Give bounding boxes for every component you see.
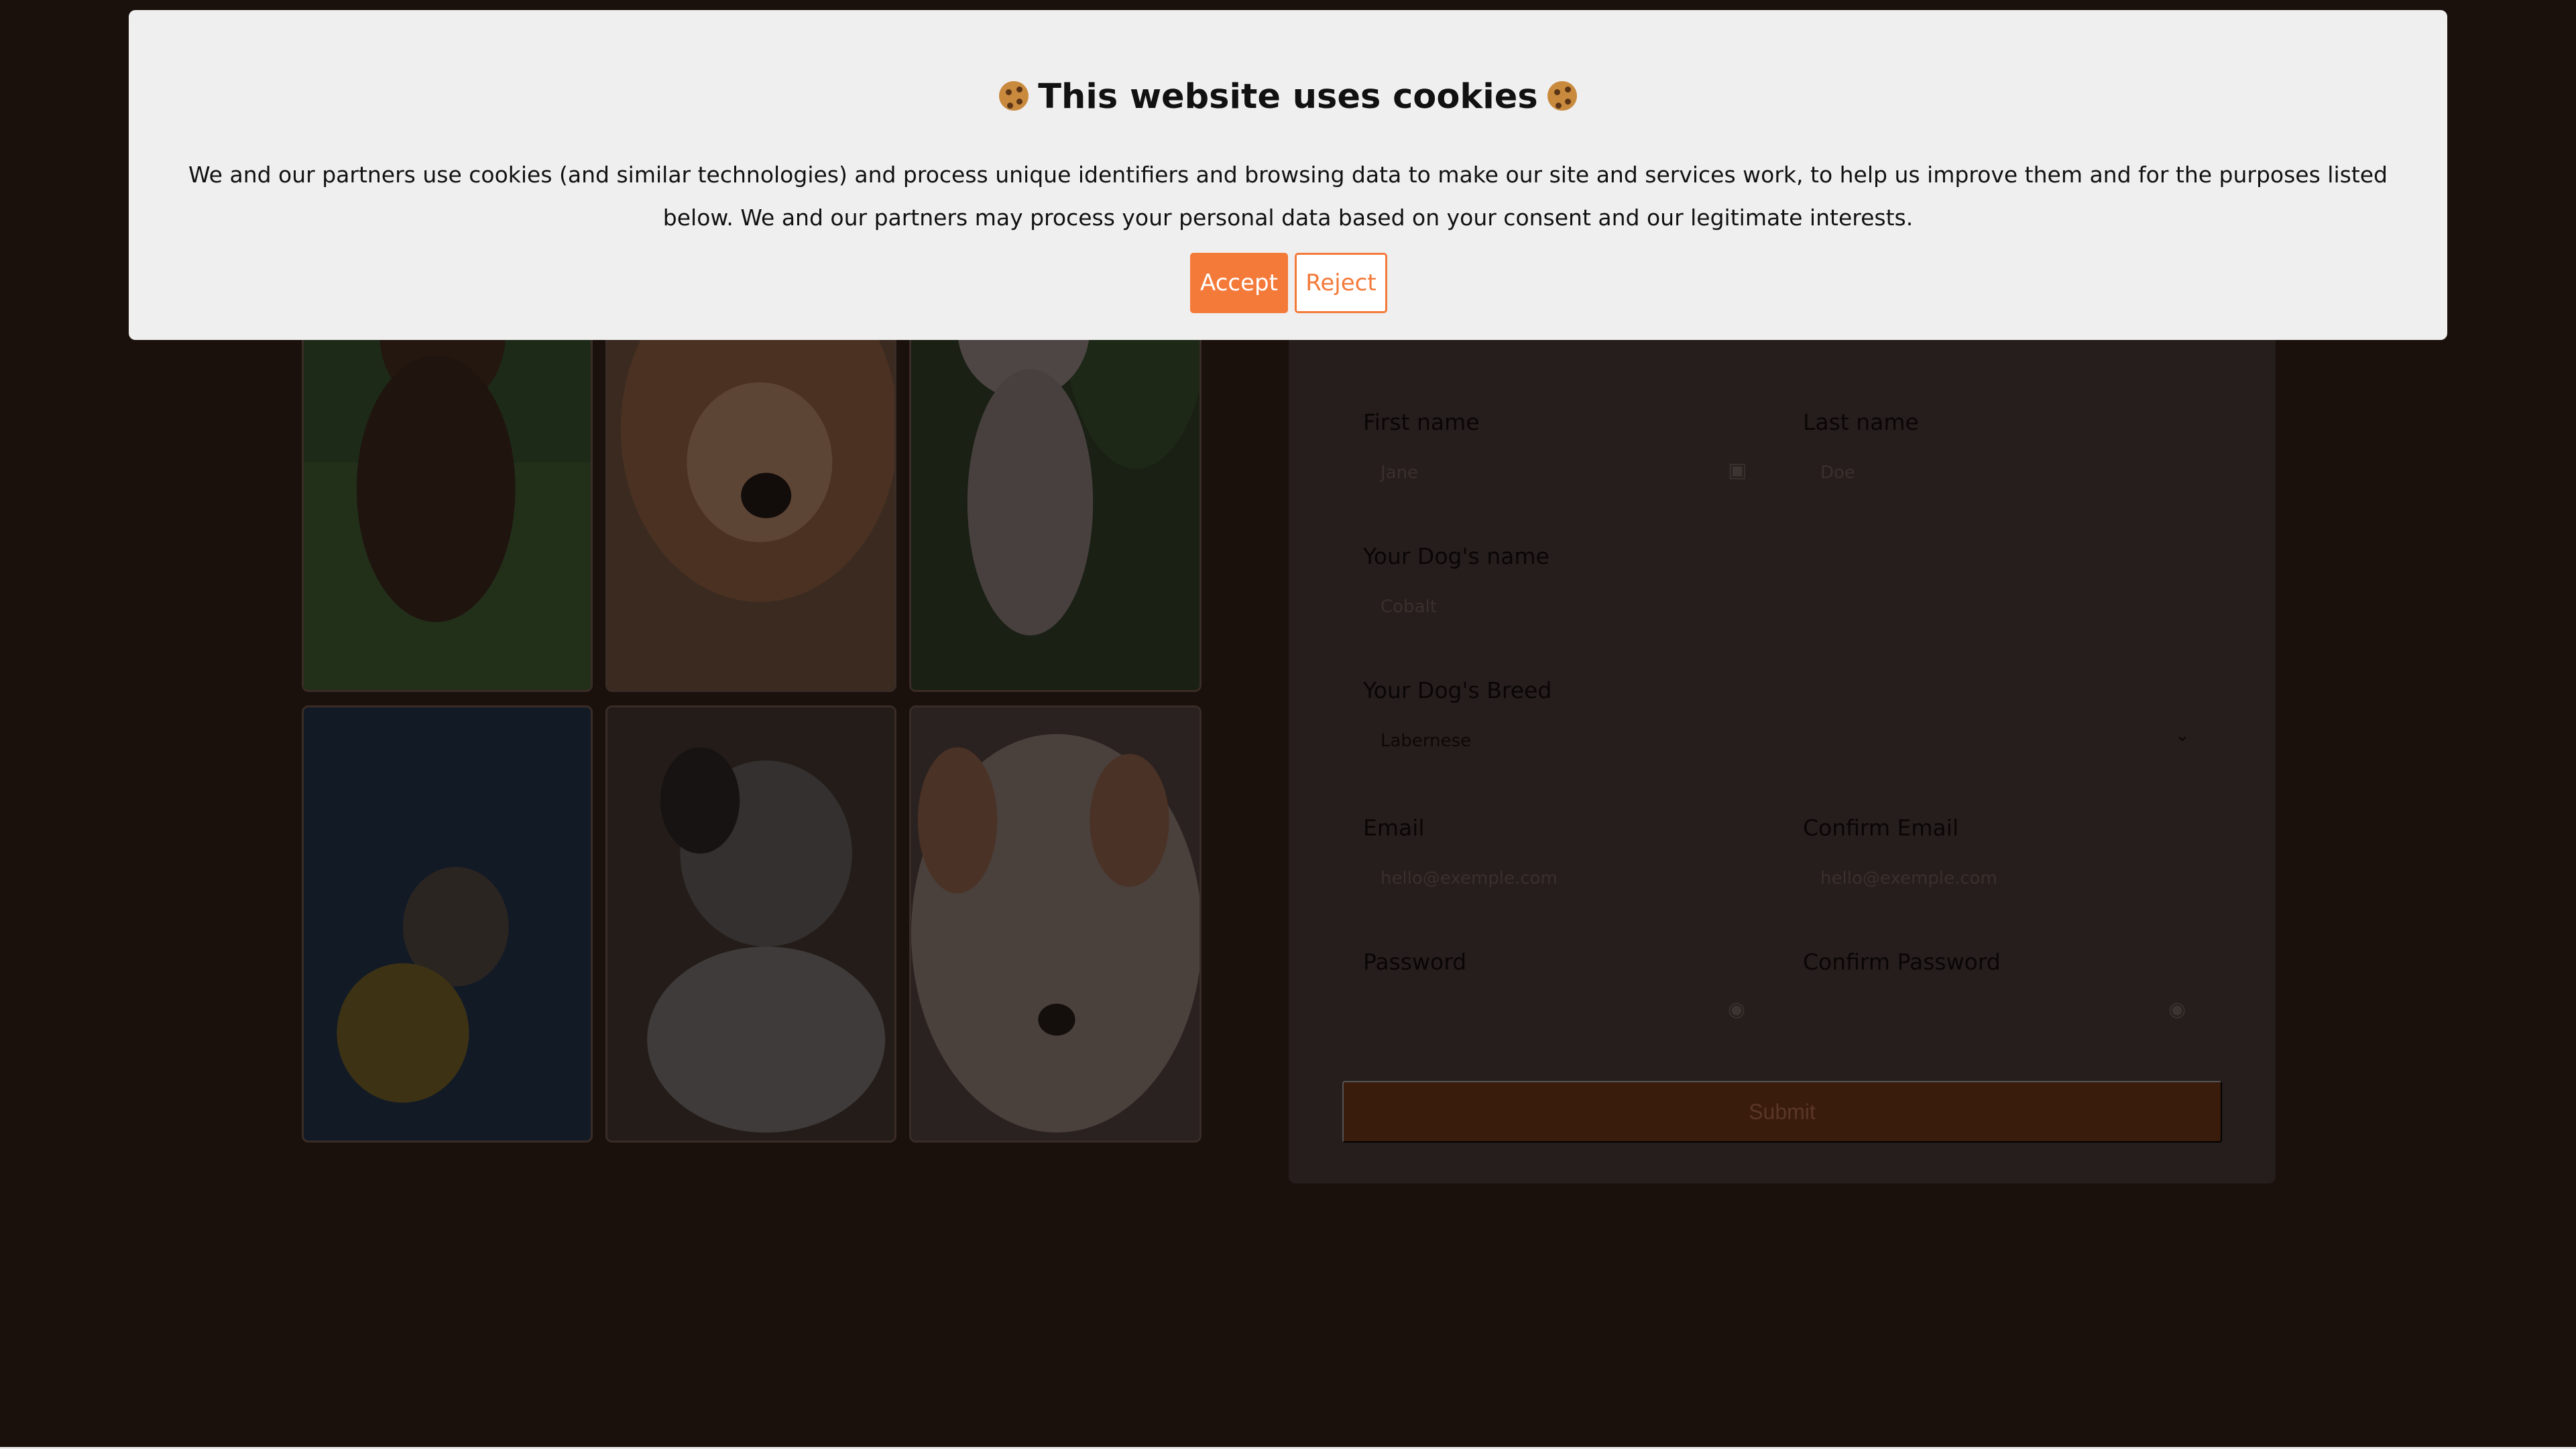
last-name-input[interactable]: Doe: [1803, 449, 2205, 496]
password-input[interactable]: [1363, 989, 1765, 1036]
cookie-banner-title: This website uses cookies: [129, 77, 2447, 117]
photo-french-bulldog-yellow-hoodie: [302, 705, 593, 1143]
email-label: Email: [1363, 815, 1425, 841]
confirm-password-label: Confirm Password: [1803, 949, 2001, 975]
email-input[interactable]: hello@exemple.com: [1363, 855, 1765, 902]
confirm-password-input[interactable]: [1803, 989, 2205, 1036]
confirm-email-label: Confirm Email: [1803, 815, 1959, 841]
cookie-consent-banner: This website uses cookies We and our par…: [129, 10, 2447, 340]
cookie-icon: [999, 81, 1029, 111]
last-name-label: Last name: [1803, 409, 1919, 435]
first-name-label: First name: [1363, 409, 1480, 435]
contact-card-icon: ▣: [1728, 459, 1747, 482]
reject-cookies-button[interactable]: Reject: [1295, 253, 1387, 313]
photo-white-puppy-closeup: [909, 705, 1202, 1143]
dog-breed-label: Your Dog's Breed: [1363, 677, 1552, 703]
dog-name-input[interactable]: Cobalt: [1363, 583, 2205, 630]
chevron-down-icon: ⌄: [2175, 726, 2190, 746]
cookie-icon: [1547, 81, 1577, 111]
dog-name-label: Your Dog's name: [1363, 543, 1549, 569]
cookie-banner-title-text: This website uses cookies: [1038, 77, 1538, 117]
photo-australian-shepherd-puppy: [605, 705, 896, 1143]
first-name-input[interactable]: Jane: [1363, 449, 1765, 496]
dog-breed-select[interactable]: Labernese: [1363, 717, 2205, 764]
dog-registration-form: First name Jane ▣ Last name Doe Your Dog…: [1289, 282, 2276, 1183]
cookie-banner-text: We and our partners use cookies (and sim…: [188, 162, 2388, 231]
password-label: Password: [1363, 949, 1467, 975]
submit-button[interactable]: Submit: [1342, 1081, 2222, 1143]
accept-cookies-button[interactable]: Accept: [1190, 253, 1288, 313]
confirm-email-input[interactable]: hello@exemple.com: [1803, 855, 2205, 902]
eye-icon[interactable]: ◉: [2168, 998, 2186, 1021]
eye-icon[interactable]: ◉: [1728, 998, 1745, 1021]
